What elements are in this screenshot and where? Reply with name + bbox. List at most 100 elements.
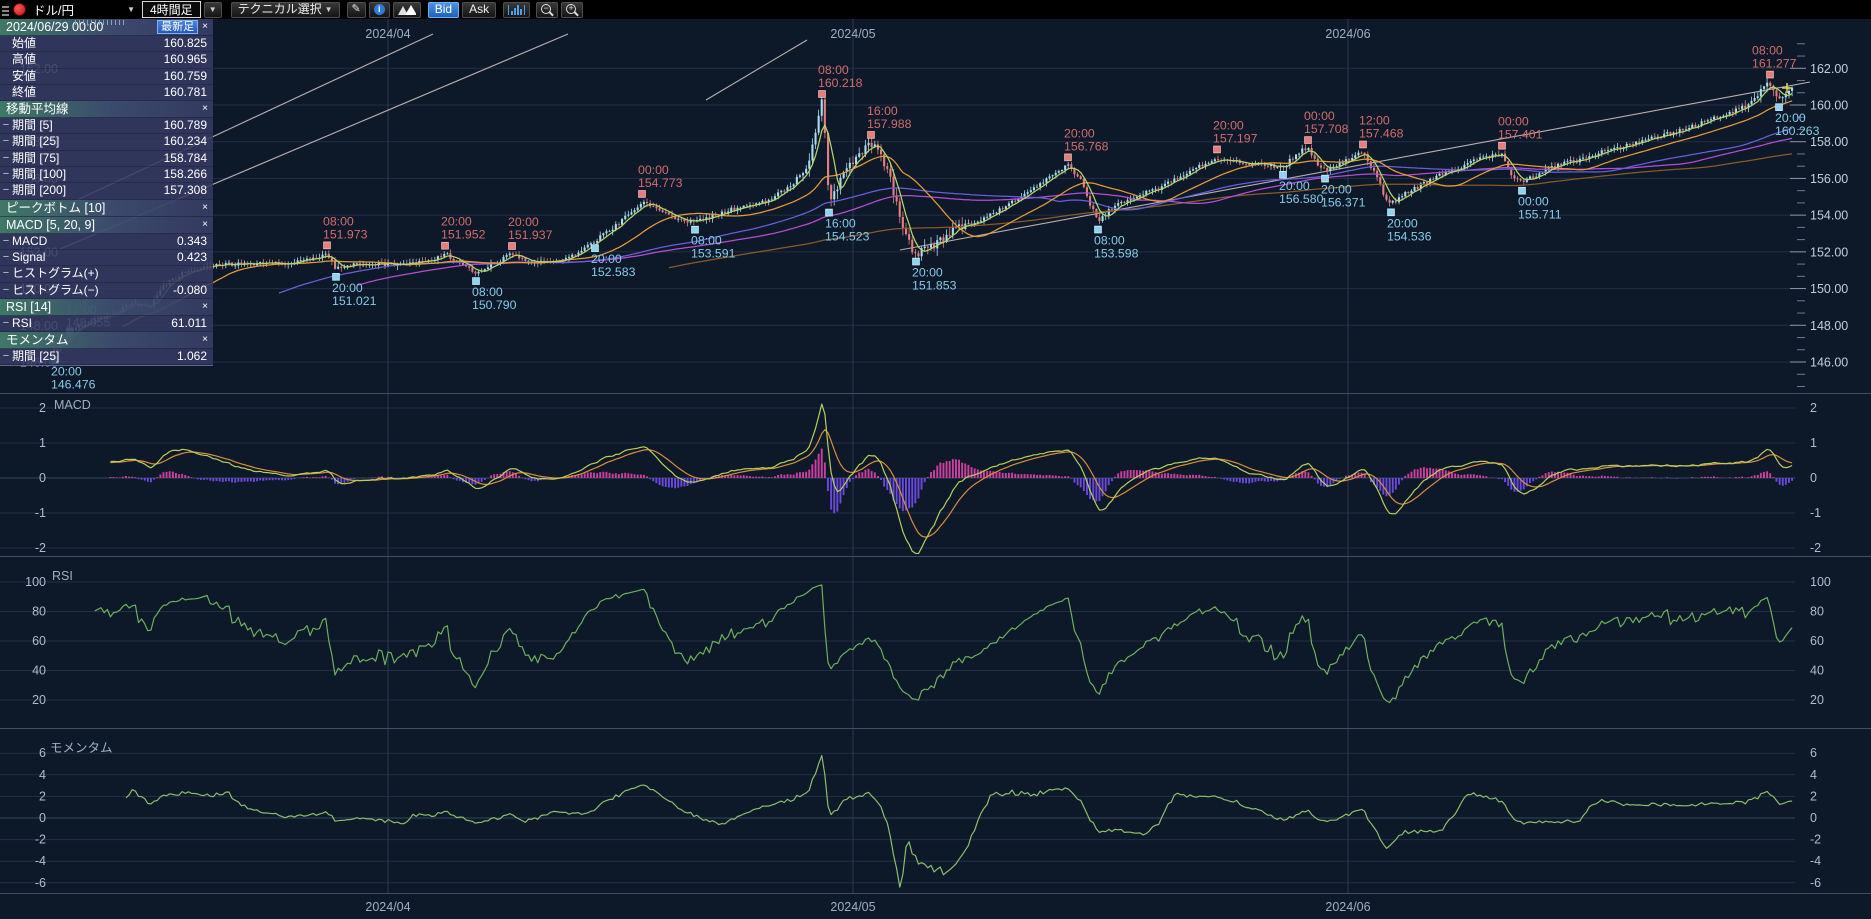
svg-text:154.773: 154.773 bbox=[638, 176, 683, 190]
legend-value: 160.825 bbox=[163, 36, 207, 50]
legend-label: 期間 [25] bbox=[12, 349, 60, 364]
volume-bars-button[interactable] bbox=[503, 1, 531, 18]
svg-text:151.853: 151.853 bbox=[912, 279, 957, 293]
svg-text:00:00: 00:00 bbox=[1498, 115, 1529, 129]
toolbar: ドル/円 ▼ 4時間足 ▼ テクニカル選択 ▼ ✎ i Bid Ask − + bbox=[0, 0, 1871, 19]
info-button[interactable]: i bbox=[368, 1, 390, 18]
draw-tool-button[interactable]: ✎ bbox=[346, 1, 366, 18]
timeframe-box[interactable]: 4時間足 bbox=[142, 1, 201, 18]
svg-text:20: 20 bbox=[1810, 693, 1824, 707]
svg-text:00:00: 00:00 bbox=[638, 163, 669, 177]
section-label: モメンタム bbox=[6, 333, 69, 348]
close-icon[interactable]: × bbox=[202, 19, 213, 35]
menu-icon[interactable] bbox=[2, 3, 9, 16]
currency-pair-label: ドル/円 bbox=[33, 4, 74, 18]
svg-text:151.952: 151.952 bbox=[441, 228, 486, 242]
svg-text:160.218: 160.218 bbox=[818, 76, 863, 90]
legend-label: 期間 [100] bbox=[12, 167, 67, 182]
svg-text:146.476: 146.476 bbox=[51, 377, 96, 391]
close-icon[interactable]: × bbox=[202, 101, 213, 117]
svg-text:2: 2 bbox=[1810, 789, 1817, 803]
legend-row: − 期間 [25] 1.062 bbox=[0, 349, 213, 366]
svg-text:156.00: 156.00 bbox=[1810, 172, 1848, 186]
latest-candle-button[interactable]: 最新足 bbox=[157, 20, 199, 34]
svg-text:1: 1 bbox=[1810, 436, 1817, 450]
svg-text:157.988: 157.988 bbox=[867, 117, 912, 131]
svg-text:-4: -4 bbox=[35, 854, 46, 868]
close-icon[interactable]: × bbox=[202, 217, 213, 233]
peak-marker bbox=[1766, 70, 1774, 79]
legend-value: 158.784 bbox=[163, 150, 207, 165]
chart-style-button[interactable] bbox=[392, 1, 421, 18]
close-icon[interactable]: × bbox=[202, 332, 213, 348]
mini-scrollbar[interactable] bbox=[75, 20, 124, 25]
svg-text:2024/04: 2024/04 bbox=[365, 900, 410, 914]
bottom-marker bbox=[472, 277, 480, 285]
close-icon[interactable]: × bbox=[202, 299, 213, 315]
zoom-out-button[interactable]: − bbox=[536, 1, 559, 18]
zoom-in-button[interactable]: + bbox=[561, 1, 584, 18]
legend-label: 高値 bbox=[12, 52, 37, 67]
svg-text:0: 0 bbox=[39, 811, 46, 825]
series-dash-icon: − bbox=[2, 184, 10, 197]
close-icon[interactable]: × bbox=[202, 200, 213, 216]
svg-text:40: 40 bbox=[1810, 664, 1824, 678]
chart-canvas[interactable]: 146.00146.00148.00148.00150.00150.00152.… bbox=[0, 0, 1871, 919]
svg-text:2024/04: 2024/04 bbox=[365, 27, 410, 41]
legend-value: 157.308 bbox=[163, 183, 207, 198]
legend-label: MACD bbox=[12, 233, 48, 248]
svg-text:MACD: MACD bbox=[54, 398, 91, 412]
svg-text:16:00: 16:00 bbox=[867, 104, 898, 118]
svg-text:151.937: 151.937 bbox=[508, 228, 553, 242]
legend-row: − 期間 [25] 160.234 bbox=[0, 134, 213, 151]
currency-pair-select[interactable]: ドル/円 ▼ bbox=[29, 2, 139, 18]
series-dash-icon: − bbox=[2, 350, 10, 363]
svg-text:2: 2 bbox=[39, 401, 46, 415]
peak-marker bbox=[323, 241, 331, 250]
bid-button[interactable]: Bid bbox=[427, 1, 460, 18]
legend-label: 期間 [5] bbox=[12, 118, 53, 133]
series-dash-icon: − bbox=[2, 234, 10, 247]
svg-text:153.598: 153.598 bbox=[1094, 247, 1139, 261]
legend-value: 160.965 bbox=[163, 52, 207, 67]
svg-text:2: 2 bbox=[39, 789, 46, 803]
series-dash-icon: − bbox=[2, 119, 10, 132]
series-dash-icon: − bbox=[2, 135, 10, 148]
bottom-marker bbox=[1094, 225, 1102, 234]
svg-text:0: 0 bbox=[39, 471, 46, 485]
indicator-legend-panel: 2024/06/29 00:00 最新足 × 始値 160.825 高値 160… bbox=[0, 19, 213, 367]
svg-text:-6: -6 bbox=[35, 876, 46, 890]
svg-text:100: 100 bbox=[25, 575, 46, 589]
peak-marker bbox=[638, 190, 646, 198]
legend-value: 160.759 bbox=[163, 68, 207, 83]
legend-row: − RSI 61.011 bbox=[0, 315, 213, 333]
svg-text:20:00: 20:00 bbox=[441, 215, 472, 229]
timeframe-dropdown-button[interactable]: ▼ bbox=[203, 1, 222, 18]
svg-text:20:00: 20:00 bbox=[1279, 179, 1310, 193]
svg-text:-2: -2 bbox=[1810, 541, 1821, 555]
legend-label: RSI bbox=[12, 315, 33, 330]
svg-text:-2: -2 bbox=[1810, 833, 1821, 847]
zoom-out-icon: − bbox=[541, 3, 552, 14]
ask-button[interactable]: Ask bbox=[462, 1, 497, 18]
legend-row: − Signal 0.423 bbox=[0, 250, 213, 267]
svg-text:2024/06: 2024/06 bbox=[1325, 27, 1370, 41]
svg-text:40: 40 bbox=[32, 664, 46, 678]
svg-text:4: 4 bbox=[39, 768, 46, 782]
svg-text:-1: -1 bbox=[1810, 506, 1821, 520]
legend-row: − ヒストグラム(+) bbox=[0, 266, 213, 283]
technical-select-button[interactable]: テクニカル選択 ▼ bbox=[230, 1, 340, 18]
svg-text:20:00: 20:00 bbox=[912, 266, 943, 280]
bottom-marker bbox=[912, 257, 920, 266]
svg-text:2024/05: 2024/05 bbox=[830, 27, 875, 41]
svg-text:モメンタム: モメンタム bbox=[50, 741, 113, 755]
svg-text:-6: -6 bbox=[1810, 876, 1821, 890]
legend-value: 160.781 bbox=[163, 84, 207, 99]
legend-value: 61.011 bbox=[171, 315, 207, 330]
svg-text:20:00: 20:00 bbox=[1213, 118, 1244, 132]
legend-row: − MACD 0.343 bbox=[0, 234, 213, 250]
area-chart-icon bbox=[397, 4, 416, 15]
legend-label: 期間 [200] bbox=[12, 183, 67, 198]
svg-text:2024/06: 2024/06 bbox=[1325, 900, 1370, 914]
svg-text:08:00: 08:00 bbox=[1094, 234, 1125, 248]
